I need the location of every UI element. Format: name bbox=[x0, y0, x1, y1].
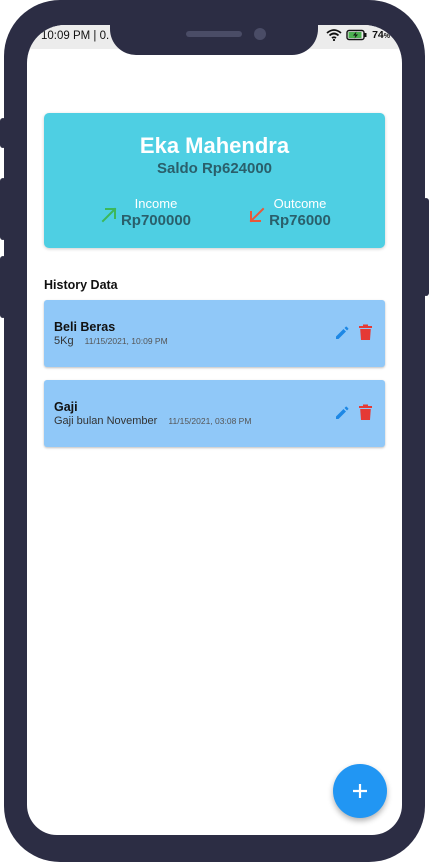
status-time: 10:09 PM | 0. bbox=[41, 30, 110, 42]
pencil-icon[interactable] bbox=[334, 325, 350, 341]
history-item-date: 11/15/2021, 10:09 PM bbox=[84, 336, 168, 346]
battery-charging-icon bbox=[346, 29, 367, 41]
income-stat: Income Rp700000 bbox=[120, 197, 192, 231]
wifi-icon bbox=[326, 29, 342, 41]
history-item-description: Gaji bulan November bbox=[54, 415, 158, 427]
history-item-title: Beli Beras bbox=[54, 320, 116, 334]
phone-notch bbox=[110, 0, 318, 55]
history-item[interactable]: Beli Beras 5Kg 11/15/2021, 10:09 PM bbox=[44, 300, 385, 367]
outcome-stat: Outcome Rp76000 bbox=[266, 197, 334, 231]
history-title: History Data bbox=[44, 278, 118, 292]
history-item-subtitle: 5Kg 11/15/2021, 10:09 PM bbox=[54, 335, 168, 347]
income-label: Income bbox=[134, 196, 178, 211]
phone-power-button bbox=[423, 198, 429, 296]
history-item-title: Gaji bbox=[54, 400, 78, 414]
user-name: Eka Mahendra bbox=[139, 133, 290, 158]
phone-camera bbox=[254, 28, 266, 40]
add-button[interactable] bbox=[333, 764, 387, 818]
history-item-description: 5Kg bbox=[54, 335, 74, 347]
phone-side-button bbox=[0, 118, 6, 148]
history-item-subtitle: Gaji bulan November 11/15/2021, 03:08 PM bbox=[54, 415, 251, 427]
balance-saldo: Saldo Rp624000 bbox=[156, 160, 273, 177]
app-screen: 10:09 PM | 0. 74% Eka Mahendra Saldo Rp6… bbox=[27, 25, 402, 835]
plus-icon bbox=[353, 784, 367, 798]
battery-level: 74% bbox=[372, 29, 390, 41]
status-indicators: 74% bbox=[326, 29, 390, 41]
history-item-date: 11/15/2021, 03:08 PM bbox=[168, 416, 252, 426]
phone-speaker bbox=[186, 31, 242, 37]
trash-icon[interactable] bbox=[358, 404, 373, 421]
income-value: Rp700000 bbox=[120, 212, 192, 229]
arrow-up-right-icon bbox=[101, 207, 117, 223]
phone-volume-up-button bbox=[0, 178, 6, 240]
trash-icon[interactable] bbox=[358, 324, 373, 341]
phone-volume-down-button bbox=[0, 256, 6, 318]
history-item[interactable]: Gaji Gaji bulan November 11/15/2021, 03:… bbox=[44, 380, 385, 447]
outcome-value: Rp76000 bbox=[269, 212, 331, 229]
outcome-label: Outcome bbox=[273, 196, 327, 211]
balance-card: Eka Mahendra Saldo Rp624000 Income Rp700… bbox=[44, 113, 385, 248]
arrow-down-left-icon bbox=[249, 207, 265, 223]
pencil-icon[interactable] bbox=[334, 405, 350, 421]
